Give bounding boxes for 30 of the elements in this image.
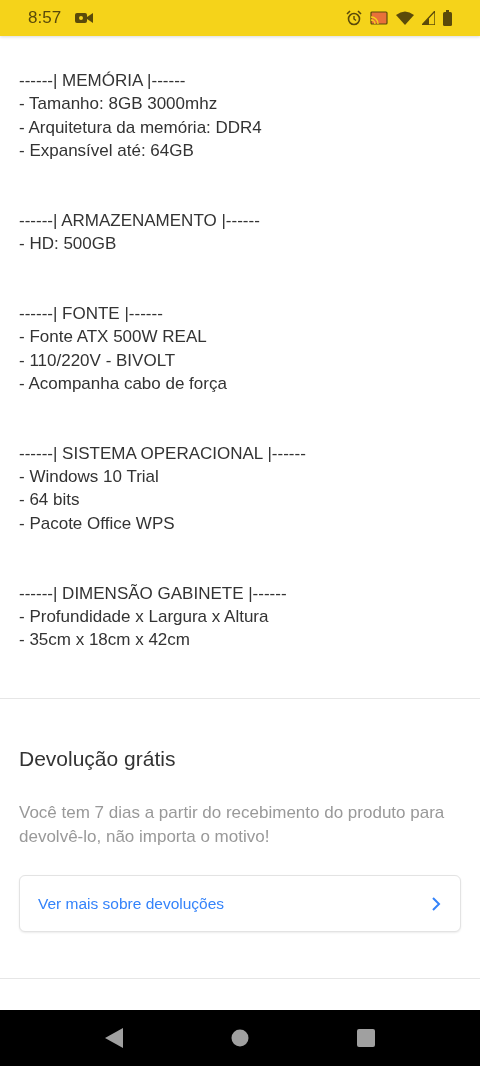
description-line: - 35cm x 18cm x 42cm — [19, 629, 191, 652]
signal-icon — [422, 11, 435, 25]
description-line: - Expansível até: 64GB — [19, 139, 195, 162]
description-line: - Tamanho: 8GB 3000mhz — [19, 93, 219, 116]
description-line: - Fonte ATX 500W REAL — [19, 326, 208, 349]
description-line: - Pacote Office WPS — [19, 512, 176, 535]
description-line: - 110/220V - BIVOLT — [19, 349, 177, 372]
section-heading: ------| MEMÓRIA |------ — [19, 70, 187, 92]
back-icon[interactable] — [105, 1028, 123, 1048]
home-icon[interactable] — [231, 1029, 249, 1047]
returns-text: Você tem 7 dias a partir do recebimento do produto para devolvê-lo, não importa o motivo! — [19, 802, 446, 848]
description-line: - Windows 10 Trial — [19, 466, 160, 489]
section-heading: ------| ARMAZENAMENTO |------ — [19, 209, 261, 232]
battery-icon — [443, 10, 452, 26]
description-line: - 64 bits — [19, 489, 81, 512]
description-line: - Arquitetura da memória: DDR4 — [19, 116, 263, 139]
section-heading: ------| FONTE |------ — [19, 302, 164, 325]
section-heading: ------| DIMENSÃO GABINETE |------ — [19, 582, 288, 605]
wifi-icon — [396, 11, 414, 25]
video-camera-icon — [75, 11, 94, 25]
section-heading: ------| SISTEMA OPERACIONAL |------ — [19, 442, 307, 465]
description-line: - HD: 500GB — [19, 233, 118, 256]
returns-link[interactable]: Ver mais sobre devoluções — [19, 875, 461, 932]
description-line: - Acompanha cabo de força — [19, 372, 228, 395]
description-line: - Profundidade x Largura x Altura — [19, 605, 270, 628]
clock-time: 8:57 — [28, 8, 62, 28]
section-title: Devolução grátis — [19, 747, 177, 771]
chevron-right-icon — [431, 895, 441, 912]
alarm-icon — [346, 10, 362, 26]
cast-icon — [370, 11, 388, 25]
